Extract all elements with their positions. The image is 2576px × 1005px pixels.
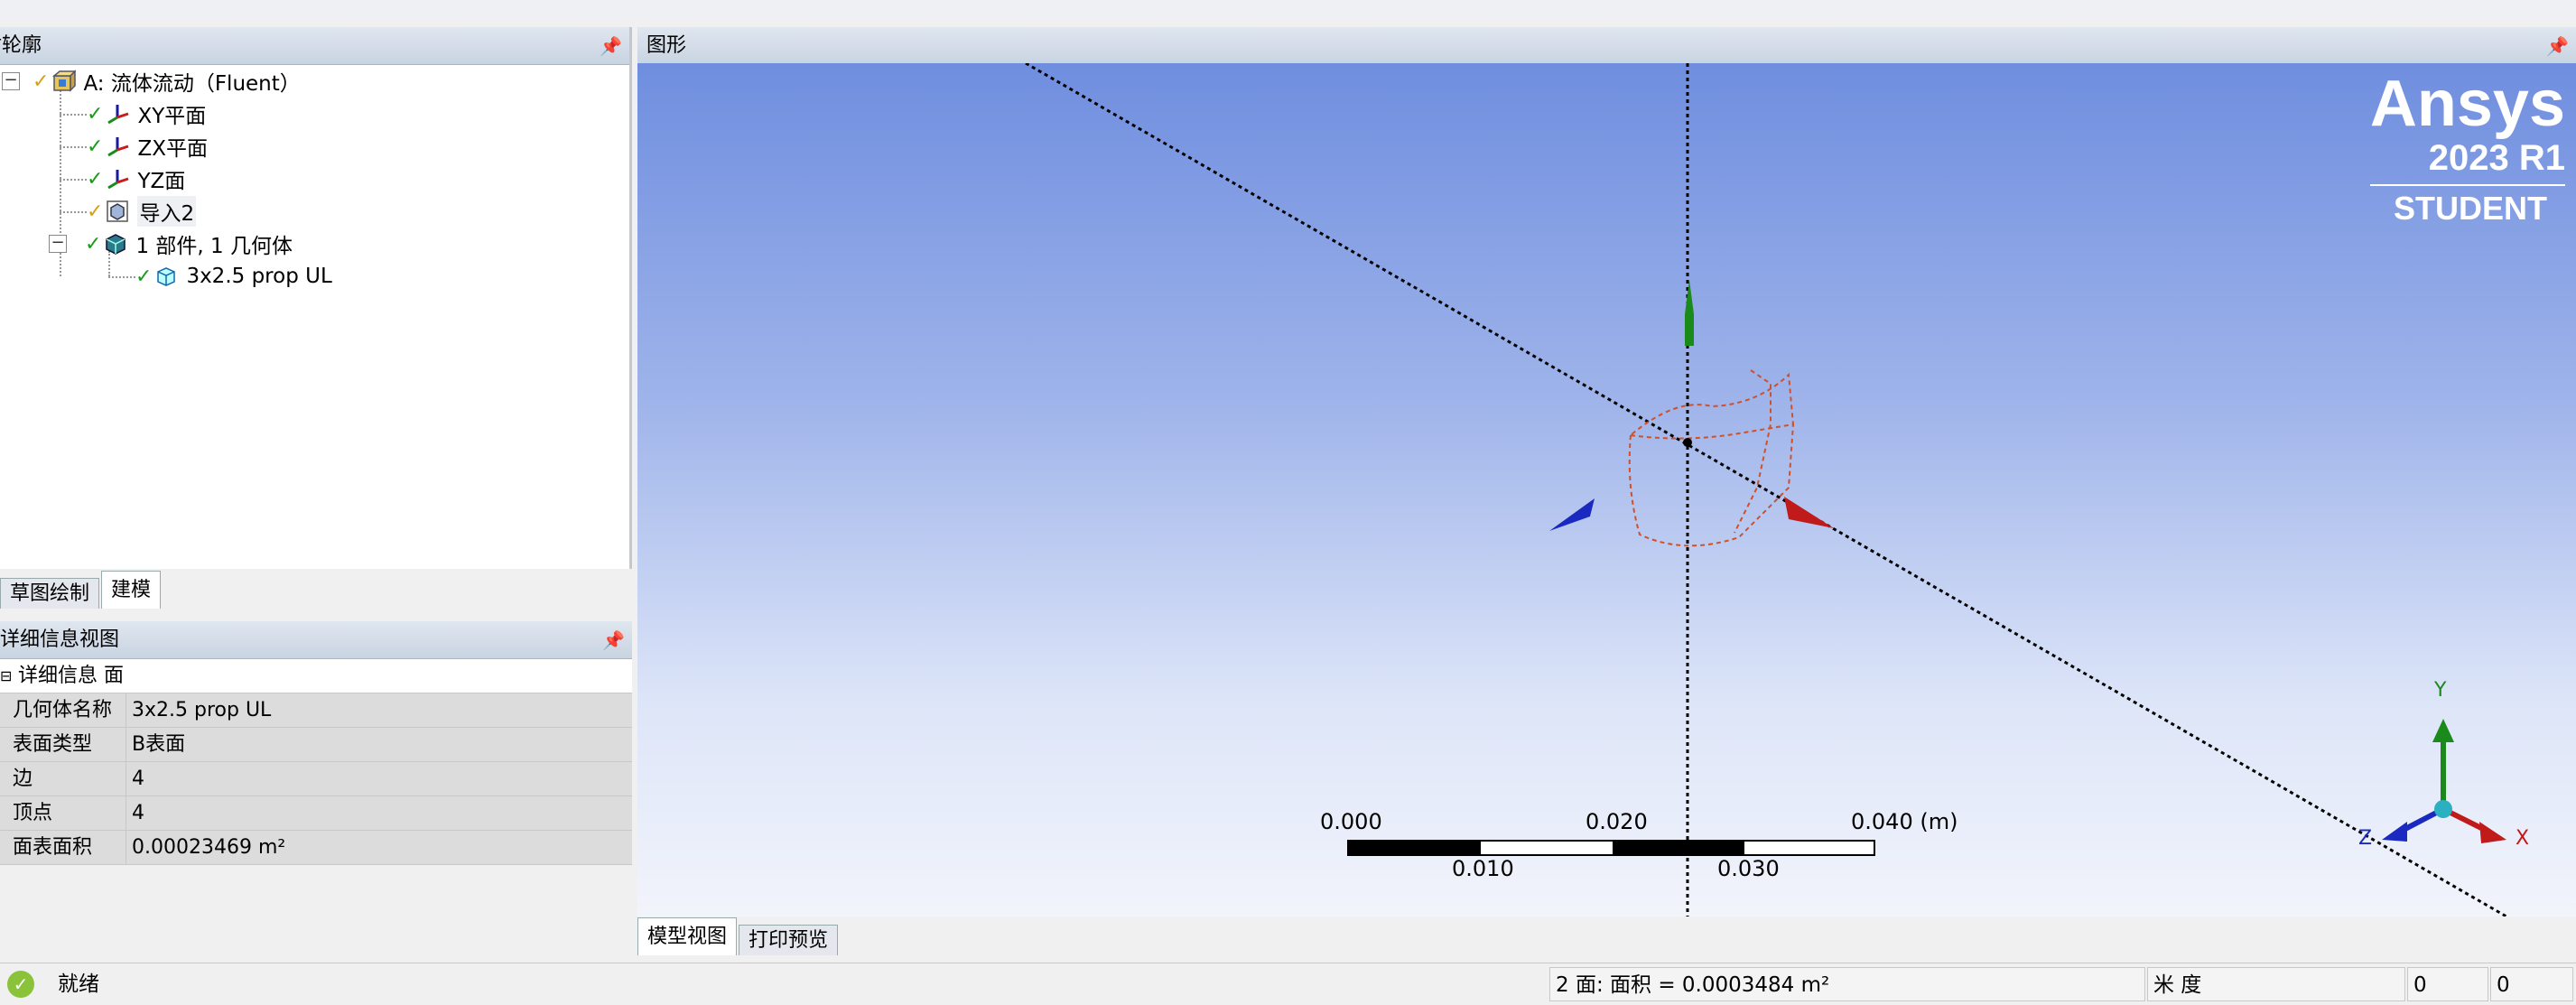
outline-header: 树轮廓 📌 (0, 27, 629, 65)
top-strip (0, 0, 2576, 20)
details-table: ⊟ 详细信息 面 几何体名称 3x2.5 prop UL 表面类型 B表面 边 … (0, 659, 632, 865)
check-icon: ✓ (85, 232, 102, 256)
tree-item-root[interactable]: − ✓ A: 流体流动（Fluent） (0, 65, 301, 98)
tree-item-yz-plane[interactable]: ✓ YZ面 (87, 163, 185, 195)
outline-title: 树轮廓 (0, 34, 42, 57)
details-panel: 详细信息视图 📌 ⊟ 详细信息 面 几何体名称 3x2.5 prop UL 表面… (0, 621, 632, 964)
details-key: 顶点 (0, 796, 126, 830)
graphics-panel: 图形 📌 Ansys 2023 R1 STUDENT 0.000 0.020 0… (637, 27, 2576, 948)
details-value: 0.00023469 m² (126, 831, 632, 864)
tree-item-label: 导入2 (137, 196, 197, 227)
tree-item-label: XY平面 (137, 105, 207, 128)
graphics-tabs: 模型视图 打印预览 (637, 916, 840, 955)
check-icon: ✓ (87, 102, 104, 126)
check-icon: ✓ (87, 135, 104, 158)
graphics-header: 图形 📌 (637, 27, 2576, 65)
import-icon (107, 200, 129, 222)
scale-label: 0.020 (1586, 809, 1648, 834)
scale-label: 0.010 (1452, 856, 1514, 881)
tree-item-parts[interactable]: − ✓ 1 部件, 1 几何体 (0, 228, 293, 260)
graphics-viewport[interactable]: Ansys 2023 R1 STUDENT 0.000 0.020 0.040 … (637, 63, 2576, 917)
tab-sketching[interactable]: 草图绘制 (0, 578, 100, 609)
tree-item-import[interactable]: ✓ 导入2 (87, 195, 197, 228)
details-value: 4 (126, 796, 632, 830)
details-key: 边 (0, 762, 126, 796)
check-icon: ✓ (135, 265, 153, 288)
triad-z-label: Z (2358, 827, 2373, 850)
details-header: 详细信息视图 📌 (0, 621, 632, 659)
details-key: 面表面积 (0, 831, 126, 864)
details-row[interactable]: 顶点 4 (0, 796, 632, 831)
partial-check-icon: ✓ (87, 200, 104, 223)
details-row[interactable]: 边 4 (0, 762, 632, 796)
plane-axes-icon (107, 137, 129, 157)
triad-y-label: Y (2434, 679, 2447, 702)
status-bar: ✓ 就绪 2 面: 面积 = 0.0003484 m² 米 度 0 0 (0, 963, 2576, 1005)
details-value: B表面 (126, 728, 632, 761)
tree-item-label: ZX平面 (137, 137, 208, 161)
scale-label: 0.040 (m) (1851, 809, 1958, 834)
collapse-icon[interactable]: − (49, 235, 67, 253)
tree-item-label: 1 部件, 1 几何体 (135, 235, 293, 258)
tree-item-label: A: 流体流动（Fluent） (83, 72, 301, 96)
collapse-icon[interactable]: − (2, 72, 20, 90)
scale-bar: 0.000 0.020 0.040 (m) 0.010 0.030 (637, 63, 2576, 917)
tree-item-body[interactable]: ✓ 3x2.5 prop UL (135, 260, 332, 293)
check-icon: ✓ (87, 167, 104, 191)
details-key: 几何体名称 (0, 693, 126, 727)
tree-item-label: 3x2.5 prop UL (186, 265, 332, 288)
details-key: 表面类型 (0, 728, 126, 761)
graphics-title: 图形 (646, 34, 687, 57)
plane-axes-icon (107, 105, 129, 125)
outline-tabs: 草图绘制 建模 (0, 571, 163, 609)
pin-icon[interactable]: 📌 (600, 27, 622, 65)
details-title: 详细信息视图 (0, 628, 120, 651)
triad-x-label: X (2516, 827, 2530, 850)
details-value: 3x2.5 prop UL (126, 693, 632, 727)
body-icon (157, 267, 176, 286)
status-value-1: 0 (2407, 967, 2488, 1001)
tree-item-label: YZ面 (137, 170, 186, 193)
partial-check-icon: ✓ (33, 70, 50, 93)
details-section-title: 详细信息 面 (13, 659, 632, 693)
status-units[interactable]: 米 度 (2147, 967, 2405, 1001)
pin-icon[interactable]: 📌 (2546, 27, 2569, 65)
status-value-2: 0 (2490, 967, 2573, 1001)
status-ready: 就绪 (58, 972, 99, 996)
outline-tree: − ✓ A: 流体流动（Fluent） ✓ XY平面 ✓ ZX平面 ✓ YZ面 (0, 65, 632, 562)
tab-modeling[interactable]: 建模 (101, 571, 162, 609)
collapse-icon[interactable]: ⊟ (0, 659, 13, 693)
details-row[interactable]: 面表面积 0.00023469 m² (0, 831, 632, 865)
outline-panel: 树轮廓 📌 − ✓ A: 流体流动（Fluent） ✓ XY平面 (0, 27, 632, 609)
tab-print-preview[interactable]: 打印预览 (739, 925, 839, 955)
details-value: 4 (126, 762, 632, 796)
details-section-row[interactable]: ⊟ 详细信息 面 (0, 659, 632, 693)
parts-icon (106, 234, 126, 255)
scale-label: 0.030 (1717, 856, 1780, 881)
scale-label: 0.000 (1320, 809, 1382, 834)
tab-model-view[interactable]: 模型视图 (637, 917, 738, 955)
status-selection: 2 面: 面积 = 0.0003484 m² (1549, 967, 2145, 1001)
project-cube-icon (52, 70, 77, 92)
pin-icon[interactable]: 📌 (602, 621, 625, 659)
plane-axes-icon (107, 170, 129, 190)
details-row[interactable]: 表面类型 B表面 (0, 728, 632, 762)
tree-item-xy-plane[interactable]: ✓ XY平面 (87, 98, 206, 130)
ready-icon: ✓ (7, 971, 34, 998)
axis-triad: Y X Z (2335, 659, 2552, 912)
details-row[interactable]: 几何体名称 3x2.5 prop UL (0, 693, 632, 728)
tree-item-zx-plane[interactable]: ✓ ZX平面 (87, 130, 208, 163)
